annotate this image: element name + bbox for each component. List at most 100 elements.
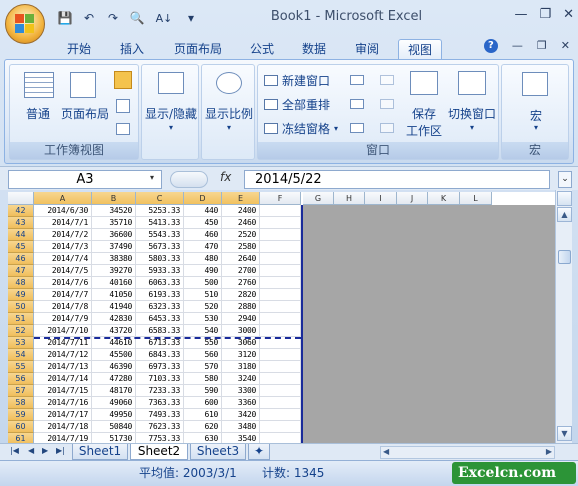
cell-f[interactable]	[260, 301, 301, 313]
column-header-f[interactable]: F	[260, 192, 301, 205]
row-header[interactable]: 48	[8, 277, 34, 289]
cell-e[interactable]: 3120	[222, 349, 260, 361]
cell-a[interactable]: 2014/7/2	[34, 229, 92, 241]
vertical-scrollbar[interactable]: ▲ ▼	[555, 190, 572, 443]
cell-a[interactable]: 2014/7/19	[34, 433, 92, 443]
row-header[interactable]: 43	[8, 217, 34, 229]
tab-review[interactable]: 审阅	[345, 39, 389, 60]
cell-e[interactable]: 3300	[222, 385, 260, 397]
cell-f[interactable]	[260, 385, 301, 397]
row-header[interactable]: 53	[8, 337, 34, 349]
cell-a[interactable]: 2014/7/18	[34, 421, 92, 433]
cell-e[interactable]: 2700	[222, 265, 260, 277]
cell-d[interactable]: 590	[184, 385, 222, 397]
cell-f[interactable]	[260, 409, 301, 421]
cell-e[interactable]: 3420	[222, 409, 260, 421]
column-header-k[interactable]: K	[428, 192, 460, 205]
save-workspace-button[interactable]: 保存 工作区	[404, 105, 444, 139]
cell-c[interactable]: 7493.33	[136, 409, 184, 421]
ribbon-close-icon[interactable]: ✕	[561, 39, 570, 53]
cell-c[interactable]: 5413.33	[136, 217, 184, 229]
page-layout-view-button[interactable]: 页面布局	[60, 105, 110, 122]
help-icon[interactable]: ?	[483, 39, 498, 53]
unhide-window-icon[interactable]	[350, 123, 364, 133]
expand-formula-bar-icon[interactable]: ⌄	[558, 171, 572, 188]
cell-e[interactable]: 2760	[222, 277, 260, 289]
cell-e[interactable]: 2460	[222, 217, 260, 229]
cell-c[interactable]: 5933.33	[136, 265, 184, 277]
cell-c[interactable]: 7753.33	[136, 433, 184, 443]
split-box-icon[interactable]	[557, 191, 572, 206]
close-icon[interactable]: ✕	[563, 7, 574, 22]
cell-a[interactable]: 2014/7/17	[34, 409, 92, 421]
cell-f[interactable]	[260, 313, 301, 325]
cell-f[interactable]	[260, 289, 301, 301]
cell-f[interactable]	[260, 397, 301, 409]
cell-c[interactable]: 6193.33	[136, 289, 184, 301]
cell-f[interactable]	[260, 205, 301, 217]
cell-b[interactable]: 41050	[92, 289, 136, 301]
row-header[interactable]: 47	[8, 265, 34, 277]
cell-a[interactable]: 2014/6/30	[34, 205, 92, 217]
cell-b[interactable]: 47280	[92, 373, 136, 385]
cell-f[interactable]	[260, 433, 301, 443]
macros-button[interactable]: 宏	[502, 107, 570, 124]
sheet-tab-sheet2[interactable]: Sheet2	[130, 444, 188, 460]
insert-sheet-icon[interactable]: ✦	[248, 444, 270, 460]
row-header[interactable]: 44	[8, 229, 34, 241]
horizontal-scrollbar[interactable]: ◀ ▶	[380, 446, 555, 459]
column-header-a[interactable]: A	[34, 192, 92, 205]
tab-formulas[interactable]: 公式	[240, 39, 284, 60]
synchronous-scrolling-icon[interactable]	[380, 99, 394, 109]
scroll-right-icon[interactable]: ▶	[546, 447, 552, 456]
cell-a[interactable]: 2014/7/1	[34, 217, 92, 229]
row-header[interactable]: 46	[8, 253, 34, 265]
cell-b[interactable]: 48170	[92, 385, 136, 397]
normal-view-button[interactable]: 普通	[18, 105, 58, 122]
row-header[interactable]: 55	[8, 361, 34, 373]
cell-e[interactable]: 3000	[222, 325, 260, 337]
cell-a[interactable]: 2014/7/10	[34, 325, 92, 337]
last-sheet-icon[interactable]: ▶|	[56, 446, 65, 455]
cell-b[interactable]: 38380	[92, 253, 136, 265]
arrange-all-button[interactable]: 全部重排	[264, 96, 330, 113]
cell-c[interactable]: 6973.33	[136, 361, 184, 373]
cell-c[interactable]: 7233.33	[136, 385, 184, 397]
cell-e[interactable]: 2580	[222, 241, 260, 253]
column-header-b[interactable]: B	[92, 192, 136, 205]
cell-d[interactable]: 630	[184, 433, 222, 443]
cell-f[interactable]	[260, 265, 301, 277]
cell-a[interactable]: 2014/7/13	[34, 361, 92, 373]
cell-b[interactable]: 50840	[92, 421, 136, 433]
cell-a[interactable]: 2014/7/8	[34, 301, 92, 313]
cell-d[interactable]: 490	[184, 265, 222, 277]
row-header[interactable]: 50	[8, 301, 34, 313]
cell-b[interactable]: 49060	[92, 397, 136, 409]
first-sheet-icon[interactable]: |◀	[10, 446, 19, 455]
cell-a[interactable]: 2014/7/3	[34, 241, 92, 253]
cell-c[interactable]: 6843.33	[136, 349, 184, 361]
hide-window-icon[interactable]	[350, 99, 364, 109]
column-header-h[interactable]: H	[334, 192, 365, 205]
cell-e[interactable]: 3360	[222, 397, 260, 409]
cell-b[interactable]: 41940	[92, 301, 136, 313]
column-header-l[interactable]: L	[460, 192, 492, 205]
row-header[interactable]: 49	[8, 289, 34, 301]
cell-c[interactable]: 5253.33	[136, 205, 184, 217]
cell-e[interactable]: 3540	[222, 433, 260, 443]
cell-b[interactable]: 35710	[92, 217, 136, 229]
tab-insert[interactable]: 插入	[110, 39, 154, 60]
cell-e[interactable]: 2820	[222, 289, 260, 301]
cell-f[interactable]	[260, 217, 301, 229]
row-header[interactable]: 54	[8, 349, 34, 361]
cell-e[interactable]: 2880	[222, 301, 260, 313]
cell-f[interactable]	[260, 361, 301, 373]
cell-c[interactable]: 7623.33	[136, 421, 184, 433]
custom-views-icon[interactable]	[116, 99, 130, 113]
cell-f[interactable]	[260, 373, 301, 385]
new-window-button[interactable]: 新建窗口	[264, 72, 330, 89]
cell-d[interactable]: 450	[184, 217, 222, 229]
column-header-e[interactable]: E	[222, 192, 260, 205]
full-screen-icon[interactable]	[116, 123, 130, 135]
reset-window-position-icon[interactable]	[380, 123, 394, 133]
